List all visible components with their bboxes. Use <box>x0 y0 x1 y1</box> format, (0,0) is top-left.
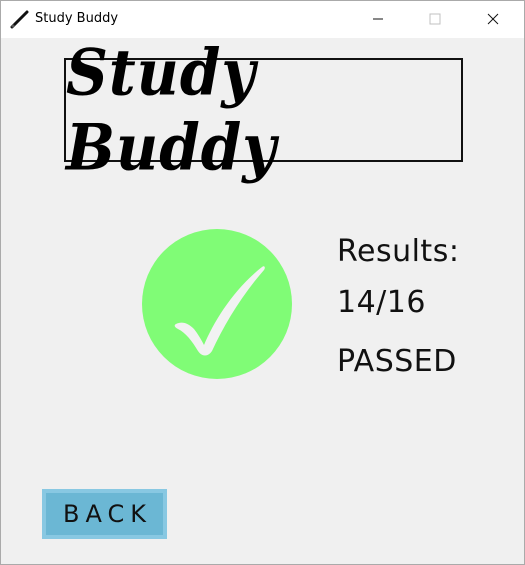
maximize-button[interactable] <box>412 1 458 38</box>
title-bar: Study Buddy <box>1 1 524 38</box>
results-label: Results: <box>337 234 460 269</box>
back-button-label: BACK <box>63 500 152 528</box>
logo-text: Study Buddy <box>66 35 278 185</box>
app-window: Study Buddy Study Buddy Results: 14/16 P… <box>0 0 525 565</box>
result-badge <box>142 229 292 379</box>
pencil-icon <box>10 9 30 29</box>
minimize-button[interactable] <box>355 1 401 38</box>
close-icon <box>487 10 499 29</box>
back-button[interactable]: BACK <box>42 489 167 539</box>
close-button[interactable] <box>470 1 516 38</box>
maximize-icon <box>429 10 441 29</box>
logo-banner: Study Buddy <box>64 35 463 185</box>
results-status: PASSED <box>337 344 457 379</box>
results-score: 14/16 <box>337 285 426 320</box>
window-title: Study Buddy <box>35 11 119 26</box>
minimize-icon <box>372 10 384 29</box>
